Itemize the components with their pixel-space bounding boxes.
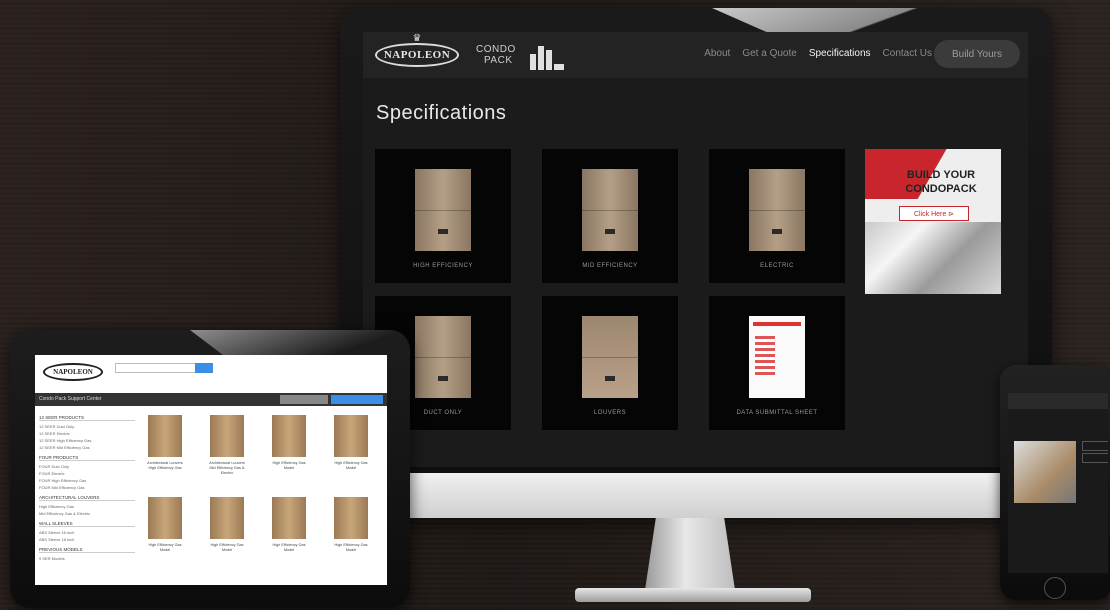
phone-option-button[interactable] bbox=[1082, 453, 1108, 463]
tablet-search-button[interactable] bbox=[195, 363, 213, 373]
card-label: ELECTRIC bbox=[760, 263, 794, 269]
sidebar-item[interactable]: FOUR Duct Only bbox=[39, 463, 135, 470]
furnace-thumbnail bbox=[582, 169, 638, 251]
furnace-thumbnail bbox=[749, 169, 805, 251]
phone-device bbox=[1000, 365, 1110, 600]
nav-links: About Get a Quote Specifications Contact… bbox=[704, 48, 932, 59]
product-tile[interactable]: Architectural Louvers Mid Efficiency Gas… bbox=[207, 415, 247, 476]
sidebar-item[interactable]: FOUR Electric bbox=[39, 470, 135, 477]
product-image bbox=[148, 415, 182, 457]
phone-condopack-render bbox=[1014, 441, 1076, 503]
condopack-logo-line2: PACK bbox=[484, 55, 513, 66]
build-yours-button[interactable]: Build Yours bbox=[934, 40, 1020, 68]
product-caption: High Efficiency Gas Model bbox=[148, 543, 182, 552]
sidebar-item[interactable]: 12 SEER Mid Efficiency Gas bbox=[39, 444, 135, 451]
product-image bbox=[210, 497, 244, 539]
condopack-logo[interactable]: CONDO PACK bbox=[476, 44, 566, 70]
click-here-button[interactable]: Click Here ⊳ bbox=[899, 206, 969, 221]
product-tile[interactable]: High Efficiency Gas Model bbox=[269, 497, 309, 553]
tablet-title-bar: Condo Pack Support Center bbox=[35, 393, 387, 406]
product-tile[interactable]: High Efficiency Gas Model bbox=[331, 497, 371, 553]
sidebar-item[interactable]: Mid Efficiency Gas & Electric bbox=[39, 510, 135, 517]
sidebar-item[interactable]: 12 SEER Electric bbox=[39, 430, 135, 437]
building-bars-icon bbox=[530, 44, 566, 70]
product-image bbox=[334, 497, 368, 539]
nav-specifications[interactable]: Specifications bbox=[809, 48, 871, 59]
card-high-efficiency[interactable]: HIGH EFFICIENCY bbox=[375, 149, 511, 283]
phone-option-button[interactable] bbox=[1082, 441, 1108, 451]
tablet-sidebar: 12 SEER PRODUCTS 12 SEER Duct Only 12 SE… bbox=[39, 411, 135, 562]
sidebar-item[interactable]: ABS Sleeve 18 inch bbox=[39, 536, 135, 543]
page-title: Specifications bbox=[376, 102, 507, 124]
tablet-search-input[interactable] bbox=[115, 363, 197, 373]
product-caption: High Efficiency Gas Model bbox=[334, 543, 368, 552]
sidebar-item[interactable]: 12 SEER High Efficiency Gas bbox=[39, 437, 135, 444]
furnace-thumbnail bbox=[415, 169, 471, 251]
sidebar-heading[interactable]: WALL SLEEVES bbox=[39, 521, 135, 527]
card-label: DATA SUBMITTAL SHEET bbox=[736, 410, 818, 416]
promo-line2: CONDOPACK bbox=[905, 183, 977, 195]
phone-home-button[interactable] bbox=[1044, 577, 1066, 599]
product-caption: High Efficiency Gas Model bbox=[334, 461, 368, 470]
product-image bbox=[272, 497, 306, 539]
tablet-bar-button-blue[interactable] bbox=[331, 395, 383, 404]
product-image bbox=[334, 415, 368, 457]
desktop-screen: ♛ NAPOLEON CONDO PACK About Get a Quote … bbox=[363, 32, 1028, 467]
build-condopack-promo[interactable]: BUILD YOUR CONDOPACK Click Here ⊳ bbox=[865, 149, 1001, 294]
product-image bbox=[148, 497, 182, 539]
sidebar-item[interactable]: FOUR Mid Efficiency Gas bbox=[39, 484, 135, 491]
card-electric[interactable]: ELECTRIC bbox=[709, 149, 845, 283]
card-label: LOUVERS bbox=[593, 410, 627, 416]
product-caption: High Efficiency Gas Model bbox=[210, 543, 244, 552]
card-data-submittal-sheet[interactable]: DATA SUBMITTAL SHEET bbox=[709, 296, 845, 430]
desktop-monitor: ♛ NAPOLEON CONDO PACK About Get a Quote … bbox=[340, 8, 1052, 518]
furnace-thumbnail bbox=[415, 316, 471, 398]
promo-line1: BUILD YOUR bbox=[906, 169, 976, 181]
sidebar-item[interactable]: 9 SER Models bbox=[39, 555, 135, 562]
nav-about[interactable]: About bbox=[704, 48, 730, 59]
product-image bbox=[210, 415, 244, 457]
napoleon-logo[interactable]: NAPOLEON bbox=[375, 43, 459, 67]
card-mid-efficiency[interactable]: MID EFFICIENCY bbox=[542, 149, 678, 283]
sidebar-item[interactable]: High Efficiency Gas bbox=[39, 503, 135, 510]
sidebar-item[interactable]: FOUR High Efficiency Gas bbox=[39, 477, 135, 484]
nav-get-a-quote[interactable]: Get a Quote bbox=[742, 48, 796, 59]
monitor-base bbox=[575, 588, 811, 602]
phone-nav-bar bbox=[1008, 393, 1108, 409]
sidebar-heading[interactable]: PREVIOUS MODELS bbox=[39, 547, 135, 553]
card-label: MID EFFICIENCY bbox=[582, 263, 638, 269]
nav-contact-us[interactable]: Contact Us bbox=[883, 48, 932, 59]
product-tile[interactable]: High Efficiency Gas Model bbox=[269, 415, 309, 471]
document-thumbnail bbox=[749, 316, 805, 398]
product-caption: Architectural Louvers High Efficiency Ga… bbox=[147, 461, 183, 470]
tablet-bar-button-grey[interactable] bbox=[280, 395, 328, 404]
tablet-bar-title: Condo Pack Support Center bbox=[39, 396, 102, 402]
tablet-device: NAPOLEON Condo Pack Support Center 12 SE… bbox=[10, 330, 410, 608]
sidebar-item[interactable]: 12 SEER Duct Only bbox=[39, 423, 135, 430]
card-louvers[interactable]: LOUVERS bbox=[542, 296, 678, 430]
condopack-logo-line1: CONDO bbox=[476, 44, 516, 55]
product-tile[interactable]: High Efficiency Gas Model bbox=[207, 497, 247, 553]
tablet-screen: NAPOLEON Condo Pack Support Center 12 SE… bbox=[35, 355, 387, 585]
product-caption: Architectural Louvers Mid Efficiency Gas… bbox=[209, 461, 245, 475]
product-image bbox=[272, 415, 306, 457]
sidebar-heading[interactable]: ARCHITECTURAL LOUVERS bbox=[39, 495, 135, 501]
top-nav: ♛ NAPOLEON CONDO PACK About Get a Quote … bbox=[363, 32, 1028, 78]
product-tile[interactable]: High Efficiency Gas Model bbox=[331, 415, 371, 471]
sidebar-heading[interactable]: FOUR PRODUCTS bbox=[39, 455, 135, 461]
sidebar-heading[interactable]: 12 SEER PRODUCTS bbox=[39, 415, 135, 421]
tablet-napoleon-logo[interactable]: NAPOLEON bbox=[43, 363, 103, 381]
monitor-chin bbox=[340, 473, 1052, 518]
product-caption: High Efficiency Gas Model bbox=[272, 461, 306, 470]
sidebar-item[interactable]: ABS Sleeve 16 inch bbox=[39, 529, 135, 536]
promo-building-image bbox=[865, 222, 1001, 294]
louver-thumbnail bbox=[582, 316, 638, 398]
monitor-stand bbox=[645, 518, 735, 590]
phone-screen bbox=[1008, 393, 1108, 573]
product-tile[interactable]: Architectural Louvers High Efficiency Ga… bbox=[145, 415, 185, 471]
card-label: HIGH EFFICIENCY bbox=[413, 263, 473, 269]
product-tile[interactable]: High Efficiency Gas Model bbox=[145, 497, 185, 553]
product-caption: High Efficiency Gas Model bbox=[272, 543, 306, 552]
